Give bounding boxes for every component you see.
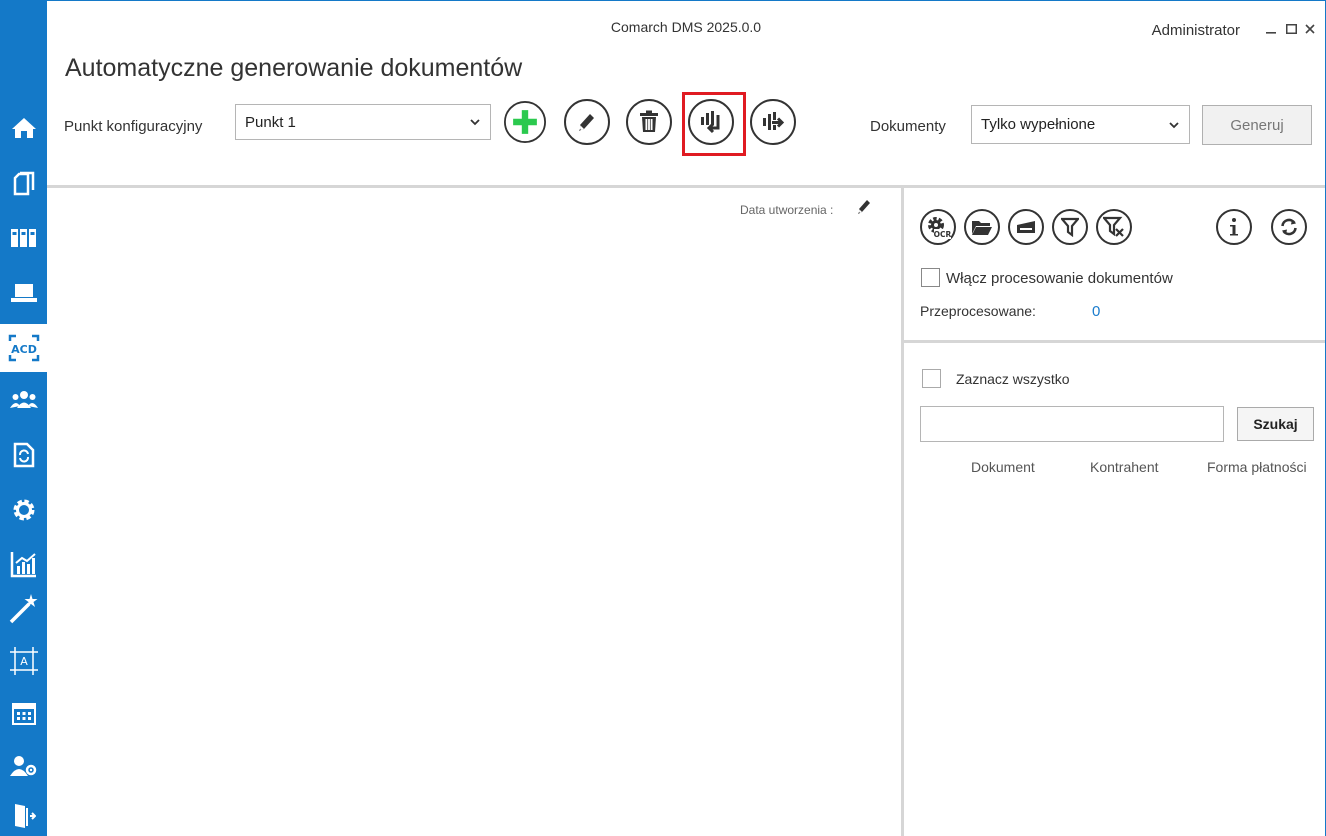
search-button[interactable]: Szukaj: [1237, 407, 1314, 441]
pencil-icon: [579, 114, 594, 131]
open-folder-button[interactable]: [964, 209, 1000, 245]
edit-config-point-button[interactable]: [564, 99, 610, 145]
user-settings-icon: [9, 756, 36, 776]
generate-button[interactable]: Generuj: [1202, 105, 1312, 145]
created-date-label: Data utworzenia :: [740, 203, 834, 217]
sidebar-item-documents[interactable]: [0, 159, 47, 207]
config-point-select[interactable]: Punkt 1: [235, 104, 491, 140]
acd-label: ACD: [11, 343, 37, 356]
panel-divider[interactable]: [901, 188, 904, 836]
close-icon: [1305, 24, 1315, 34]
scanner-button[interactable]: [1008, 209, 1044, 245]
plus-icon: [504, 101, 546, 143]
chart-icon: [10, 552, 36, 578]
maximize-icon: [1285, 24, 1297, 34]
import-icon: [701, 111, 720, 134]
sidebar-item-wizard[interactable]: [0, 584, 47, 632]
sidebar-item-reports[interactable]: [0, 540, 47, 588]
filter-button[interactable]: [1052, 209, 1088, 245]
refresh-icon: [1281, 218, 1297, 236]
exit-icon: [14, 804, 36, 828]
ocr-gear-icon: OCR: [928, 217, 951, 239]
chevron-down-icon: [470, 119, 480, 126]
app-window: Comarch DMS 2025.0.0 Administrator Autom…: [47, 0, 1326, 836]
sidebar-item-calendar[interactable]: [0, 690, 47, 738]
filter-icon: [1061, 217, 1079, 237]
documents-label: Dokumenty: [870, 118, 946, 135]
edit-created-date-button[interactable]: [856, 197, 872, 220]
sidebar-item-acd[interactable]: ACD: [0, 324, 47, 372]
user-name[interactable]: Administrator: [1152, 22, 1240, 39]
maximize-button[interactable]: [1284, 21, 1298, 37]
pencil-icon: [858, 200, 870, 214]
documents-filter-select[interactable]: Tylko wypełnione: [971, 105, 1190, 144]
column-header-payment-form[interactable]: Forma płatności: [1207, 459, 1307, 475]
sidebar: ACD A: [0, 0, 47, 836]
minimize-icon: [1266, 32, 1276, 34]
export-icon: [763, 112, 785, 130]
magic-wand-icon: [9, 594, 37, 624]
export-config-button[interactable]: [750, 99, 796, 145]
window-title: Comarch DMS 2025.0.0: [610, 19, 762, 35]
folder-icon: [972, 221, 992, 235]
sidebar-item-settings[interactable]: [0, 486, 47, 534]
calendar-icon: [11, 703, 36, 725]
toolbar-divider: [47, 185, 1325, 188]
add-config-point-button[interactable]: [502, 99, 548, 145]
process-documents-checkbox[interactable]: [921, 268, 940, 287]
select-all-checkbox[interactable]: [922, 369, 941, 388]
acd-icon: ACD: [8, 334, 39, 362]
gear-icon: [13, 499, 34, 521]
refresh-button[interactable]: [1271, 209, 1307, 245]
right-panel-divider: [904, 340, 1325, 343]
close-button[interactable]: [1303, 21, 1317, 37]
users-icon: [9, 391, 38, 408]
sidebar-item-binders[interactable]: [0, 214, 47, 262]
sidebar-item-exit[interactable]: [0, 792, 47, 836]
info-button[interactable]: [1216, 209, 1252, 245]
template-icon: A: [9, 647, 38, 675]
ocr-settings-button[interactable]: OCR: [920, 209, 956, 245]
documents-filter-value: Tylko wypełnione: [981, 116, 1096, 133]
sidebar-item-laptop[interactable]: [0, 269, 47, 317]
select-all-label: Zaznacz wszystko: [956, 371, 1070, 387]
processed-label: Przeprocesowane:: [920, 303, 1036, 319]
sidebar-item-template[interactable]: A: [0, 637, 47, 685]
sidebar-item-user-settings[interactable]: [0, 742, 47, 790]
column-header-contractor[interactable]: Kontrahent: [1090, 459, 1159, 475]
scanner-icon: [1017, 221, 1035, 233]
home-icon: [11, 118, 36, 138]
minimize-button[interactable]: [1264, 21, 1278, 37]
delete-config-point-button[interactable]: [626, 99, 672, 145]
processed-count: 0: [1092, 303, 1101, 320]
sidebar-item-users[interactable]: [0, 376, 47, 424]
svg-text:OCR: OCR: [934, 230, 951, 239]
clear-filter-icon: [1103, 216, 1124, 237]
config-point-value: Punkt 1: [245, 113, 296, 131]
document-sync-icon: [13, 442, 34, 468]
chevron-down-icon: [1169, 122, 1179, 129]
sidebar-item-home[interactable]: [0, 104, 47, 152]
import-config-button[interactable]: [688, 99, 734, 145]
search-input[interactable]: [920, 406, 1224, 442]
page-title: Automatyczne generowanie dokumentów: [65, 54, 523, 82]
info-icon: [1230, 218, 1238, 236]
trash-icon: [640, 110, 658, 132]
clear-filter-button[interactable]: [1096, 209, 1132, 245]
column-header-document[interactable]: Dokument: [971, 459, 1035, 475]
svg-text:A: A: [20, 655, 28, 668]
process-documents-label: Włącz procesowanie dokumentów: [946, 270, 1173, 287]
laptop-icon: [10, 284, 37, 302]
documents-icon: [13, 171, 34, 196]
config-point-label: Punkt konfiguracyjny: [64, 118, 203, 135]
sidebar-item-document-sync[interactable]: [0, 431, 47, 479]
binders-icon: [10, 229, 36, 247]
